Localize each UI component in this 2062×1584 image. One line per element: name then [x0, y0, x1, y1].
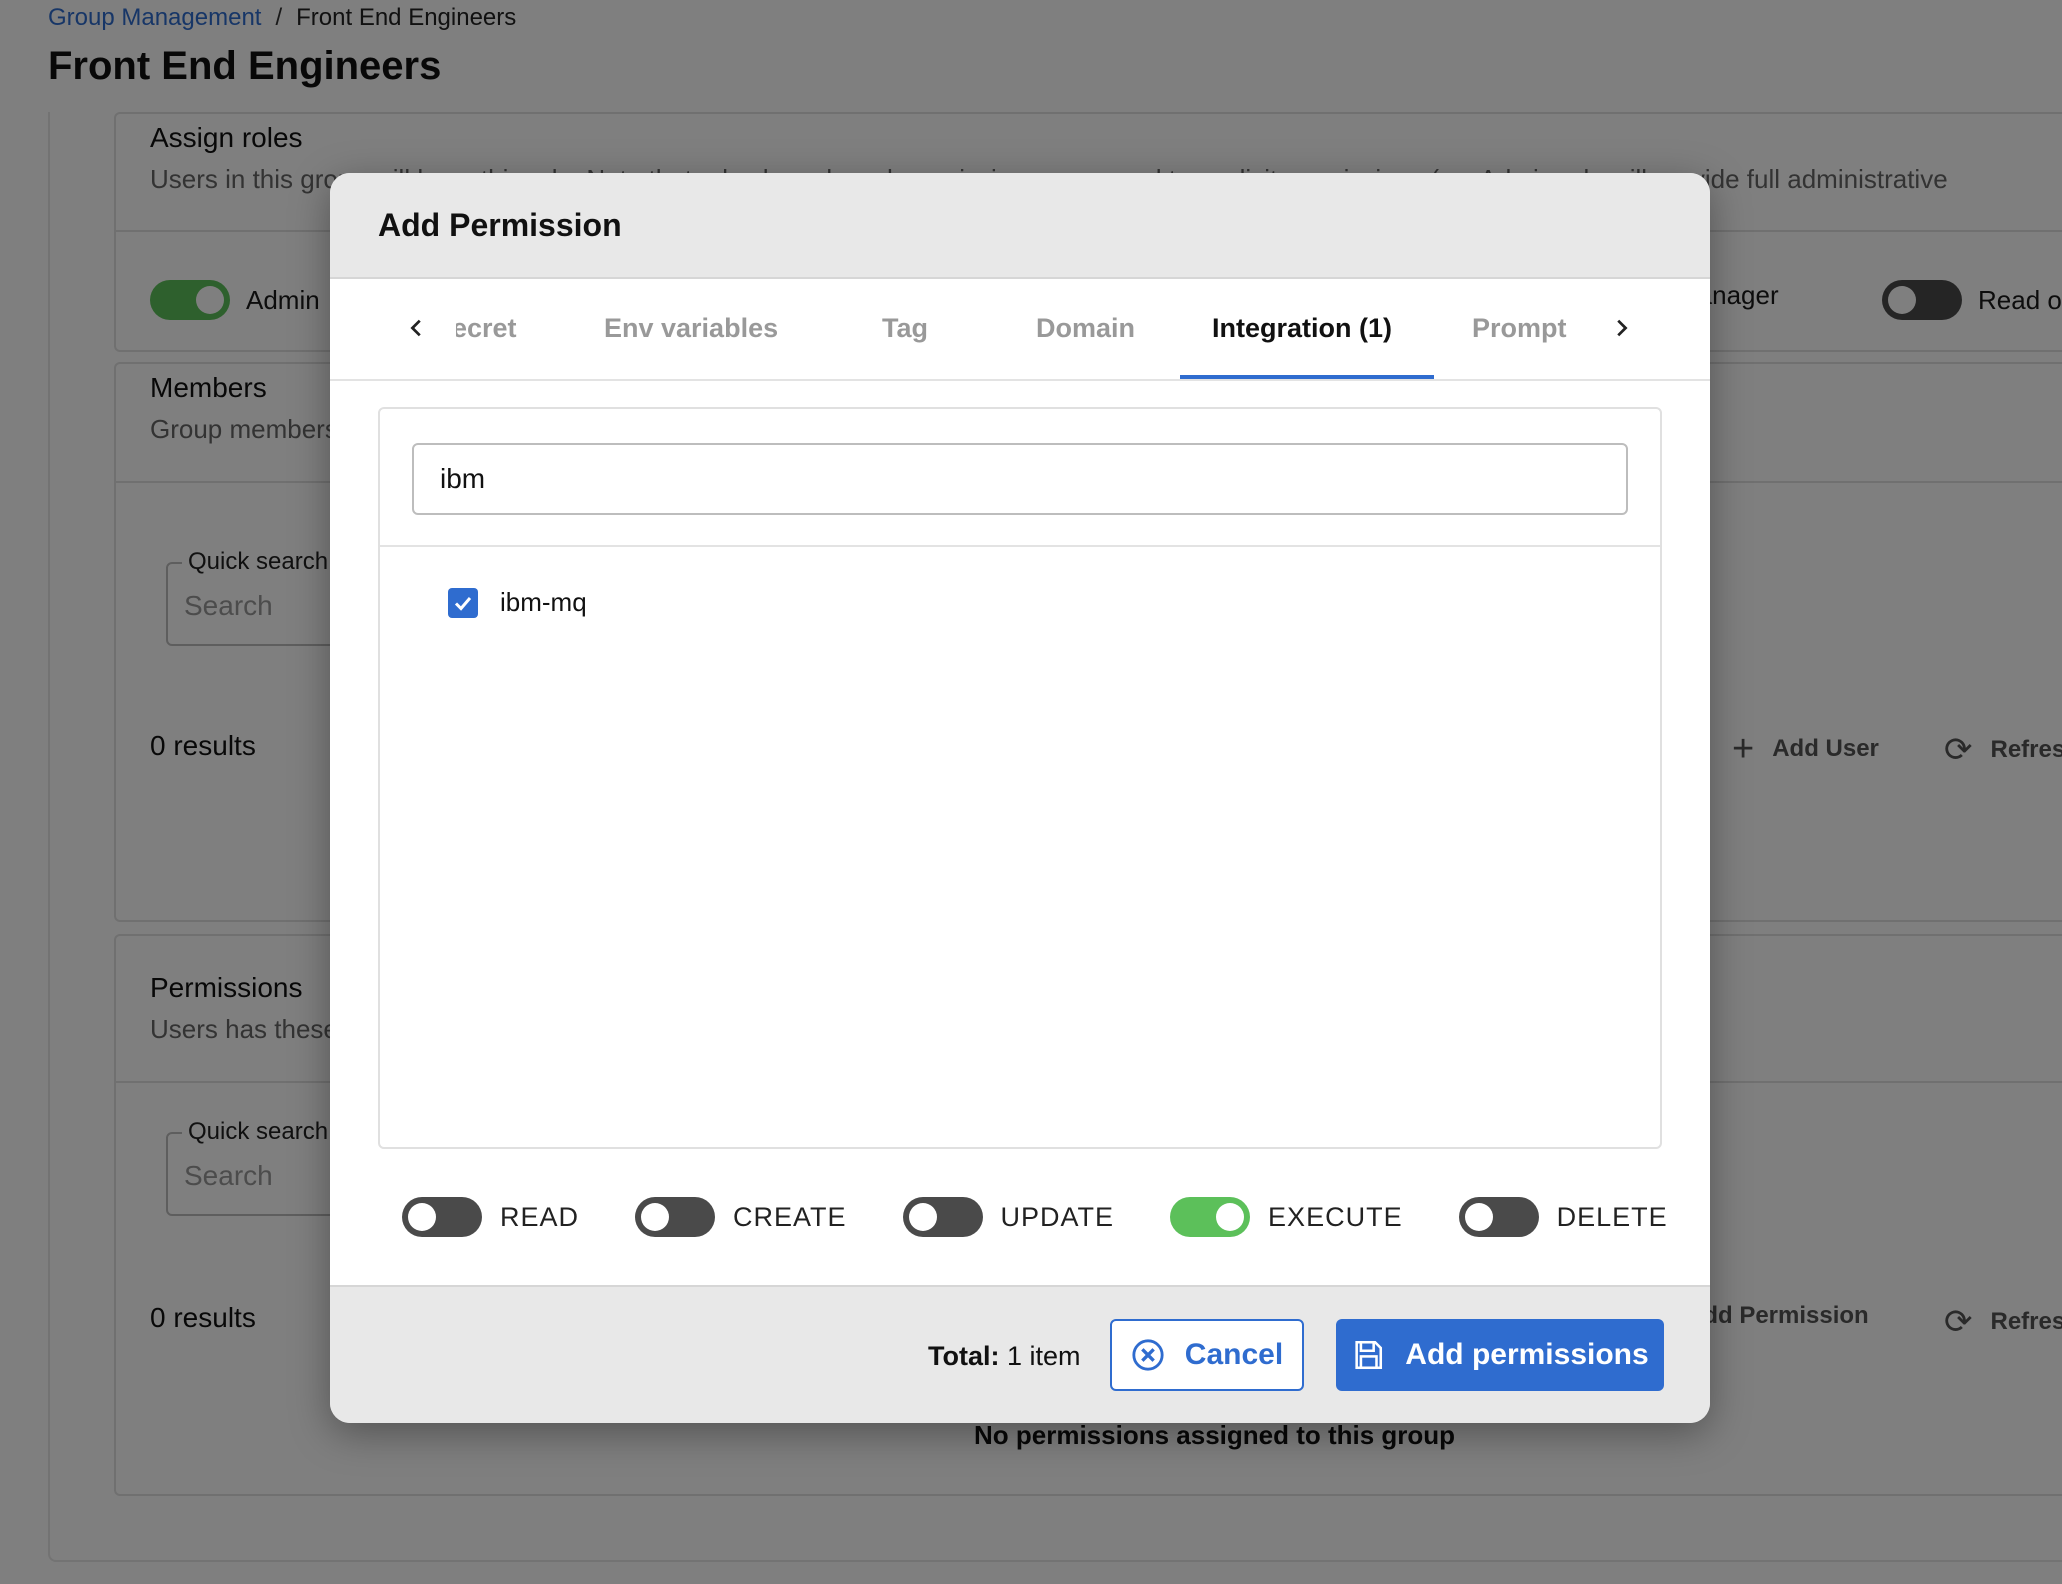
tab-tag[interactable]: Tag: [882, 313, 928, 344]
item-checkbox[interactable]: [448, 587, 478, 618]
tab-domain[interactable]: Domain: [1036, 313, 1135, 344]
tabs-scroll-right[interactable]: [1606, 313, 1636, 343]
integration-picker-panel: ibm ibm-mq: [378, 407, 1662, 1149]
tab-prompt[interactable]: Prompt: [1472, 313, 1567, 344]
access-toggles: READ CREATE UPDATE EXECUTE DELETE: [402, 1197, 1668, 1237]
tab-env-variables[interactable]: Env variables: [604, 313, 778, 344]
execute-access-toggle[interactable]: EXECUTE: [1170, 1197, 1403, 1237]
read-toggle-switch[interactable]: [402, 1197, 482, 1237]
add-permissions-button[interactable]: Add permissions: [1336, 1319, 1664, 1391]
close-circle-icon: [1132, 1339, 1164, 1371]
delete-label: DELETE: [1556, 1201, 1668, 1232]
tabs-scroll-left[interactable]: [402, 313, 432, 343]
selection-total: Total: 1 item: [928, 1341, 1081, 1372]
dialog-footer: Total: 1 item Cancel Add permissions: [330, 1285, 1710, 1423]
execute-label: EXECUTE: [1268, 1201, 1403, 1232]
read-access-toggle[interactable]: READ: [402, 1197, 579, 1237]
read-label: READ: [500, 1201, 580, 1232]
chevron-right-icon: [1617, 319, 1628, 337]
list-item[interactable]: ibm-mq: [448, 587, 587, 618]
checkmark-icon: [454, 596, 472, 611]
delete-access-toggle[interactable]: DELETE: [1458, 1197, 1668, 1237]
create-access-toggle[interactable]: CREATE: [635, 1197, 847, 1237]
active-tab-indicator: [1180, 375, 1434, 379]
dialog-title: Add Permission: [330, 173, 1710, 279]
resource-tabs: ecret Env variables Tag Domain Integrati…: [330, 279, 1710, 381]
delete-toggle-switch[interactable]: [1458, 1197, 1539, 1237]
total-label: Total:: [928, 1341, 1000, 1371]
create-label: CREATE: [733, 1201, 847, 1232]
create-toggle-switch[interactable]: [635, 1197, 716, 1237]
add-permission-dialog: Add Permission ecret Env variables Tag D…: [330, 173, 1710, 1423]
update-label: UPDATE: [1000, 1201, 1115, 1232]
cancel-label: Cancel: [1184, 1338, 1284, 1371]
total-value: 1 item: [1007, 1341, 1081, 1371]
execute-toggle-switch[interactable]: [1170, 1197, 1251, 1237]
chevron-left-icon: [410, 319, 421, 337]
tab-secret[interactable]: ecret: [456, 313, 536, 344]
integration-search-input[interactable]: ibm: [412, 443, 1628, 515]
tab-integration[interactable]: Integration (1): [1212, 313, 1392, 344]
save-icon: [1355, 1340, 1383, 1370]
update-toggle-switch[interactable]: [902, 1197, 983, 1237]
cancel-button[interactable]: Cancel: [1110, 1319, 1304, 1391]
update-access-toggle[interactable]: UPDATE: [902, 1197, 1115, 1237]
item-label: ibm-mq: [500, 587, 587, 617]
add-permissions-label: Add permissions: [1405, 1338, 1649, 1371]
